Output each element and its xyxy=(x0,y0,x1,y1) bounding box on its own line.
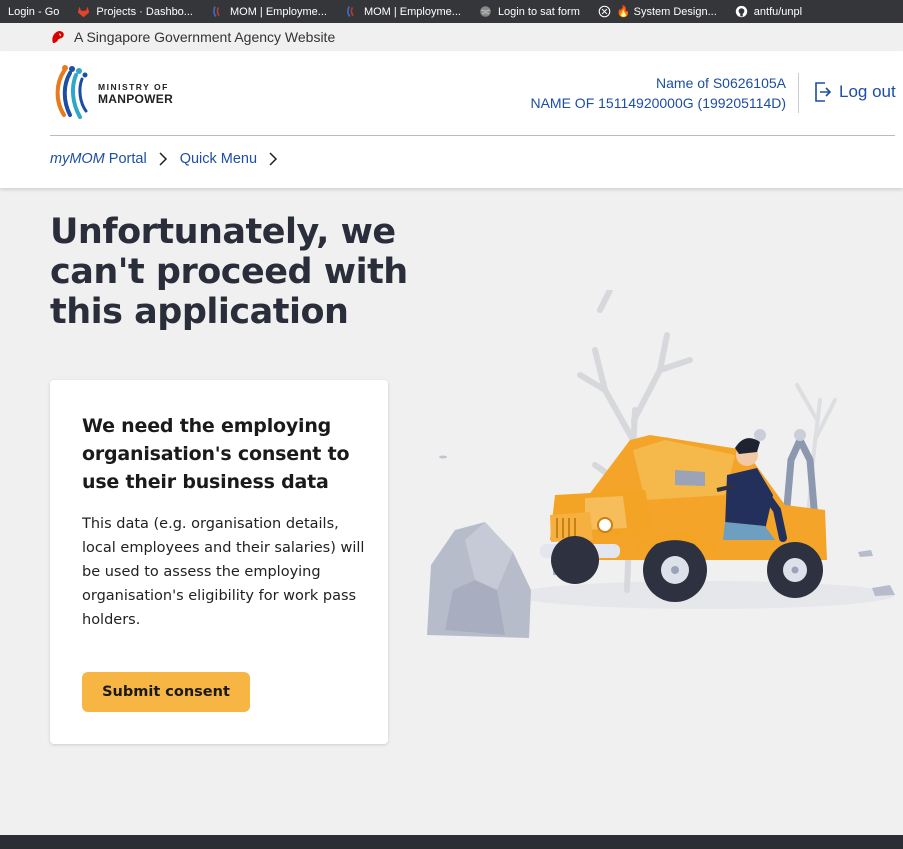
breadcrumb-quick-menu-link[interactable]: Quick Menu xyxy=(180,151,257,167)
logo-line2: MANPOWER xyxy=(98,92,174,106)
user-name: Name of S0626105A xyxy=(656,75,786,91)
breadcrumb: myMOM Portal Quick Menu xyxy=(50,151,290,167)
bookmark-label: MOM | Employme... xyxy=(229,5,327,18)
mom-logo-icon xyxy=(55,65,88,119)
consent-card-title: We need the employing organisation's con… xyxy=(82,415,350,493)
breadcrumb-portal-link[interactable]: myMOM Portal xyxy=(50,151,147,167)
breadcrumb-portal-prefix: myMOM xyxy=(50,151,105,167)
header-divider xyxy=(798,73,799,113)
gov-banner-text: A Singapore Government Agency Website xyxy=(74,29,336,45)
bookmark-login-go[interactable]: Login - Go xyxy=(8,6,59,18)
jeep-illustration xyxy=(427,290,895,638)
bookmark-label: Projects · Dashbo... xyxy=(96,5,193,18)
bookmark-antfu[interactable]: antfu/unpl xyxy=(735,5,802,18)
logout-icon xyxy=(815,82,832,102)
bookmark-label: antfu/unpl xyxy=(753,5,803,18)
footer xyxy=(0,835,903,849)
gov-banner: A Singapore Government Agency Website xyxy=(0,23,903,51)
bookmark-mom-employment-1[interactable]: MOM | Employme... xyxy=(211,5,327,18)
mom-logo[interactable]: MINISTRY OF MANPOWER xyxy=(50,63,173,123)
mom-logo-text: MINISTRY OF MANPOWER xyxy=(98,81,173,105)
ground-shadow xyxy=(515,581,895,609)
site-header: MINISTRY OF MANPOWER Name of S0626105A N… xyxy=(0,51,903,188)
bookmark-label: 🔥 System Design... xyxy=(616,6,717,18)
globe-icon xyxy=(480,6,491,17)
mom-icon xyxy=(347,6,354,17)
user-organisation: NAME OF 15114920000G (199205114D) xyxy=(530,95,786,111)
user-info: Name of S0626105A NAME OF 15114920000G (… xyxy=(530,73,786,113)
mom-icon xyxy=(213,6,220,17)
bookmark-label: MOM | Employme... xyxy=(363,5,461,18)
page-title: Unfortunately, we can't proceed with thi… xyxy=(50,212,408,332)
bookmark-login-sat-form[interactable]: Login to sat form xyxy=(479,5,580,18)
singapore-lion-icon xyxy=(52,31,64,43)
bookmarks-bar: Login - Go Projects · Dashbo... MOM | Em… xyxy=(0,0,903,23)
gitlab-icon xyxy=(78,6,90,18)
bookmark-system-design[interactable]: 🔥 System Design... xyxy=(598,5,717,18)
bookmark-label: Login - Go xyxy=(8,5,60,18)
bookmark-mom-employment-2[interactable]: MOM | Employme... xyxy=(345,5,461,18)
bookmark-label: Login to sat form xyxy=(497,5,580,18)
github-icon xyxy=(735,5,747,18)
submit-consent-button[interactable]: Submit consent xyxy=(82,672,250,712)
bookmark-projects-dashboard[interactable]: Projects · Dashbo... xyxy=(77,5,193,18)
logout-label: Log out xyxy=(839,82,896,101)
logout-button[interactable]: Log out xyxy=(813,81,896,103)
chevron-right-icon xyxy=(269,152,278,166)
jeep xyxy=(540,429,827,602)
header-divider-line xyxy=(50,135,895,136)
consent-card-body: This data (e.g. organisation details, lo… xyxy=(82,516,365,628)
consent-card: We need the employing organisation's con… xyxy=(50,380,388,744)
circle-x-icon xyxy=(598,5,611,18)
chevron-right-icon xyxy=(159,152,168,166)
breadcrumb-portal-suffix: Portal xyxy=(104,151,147,167)
